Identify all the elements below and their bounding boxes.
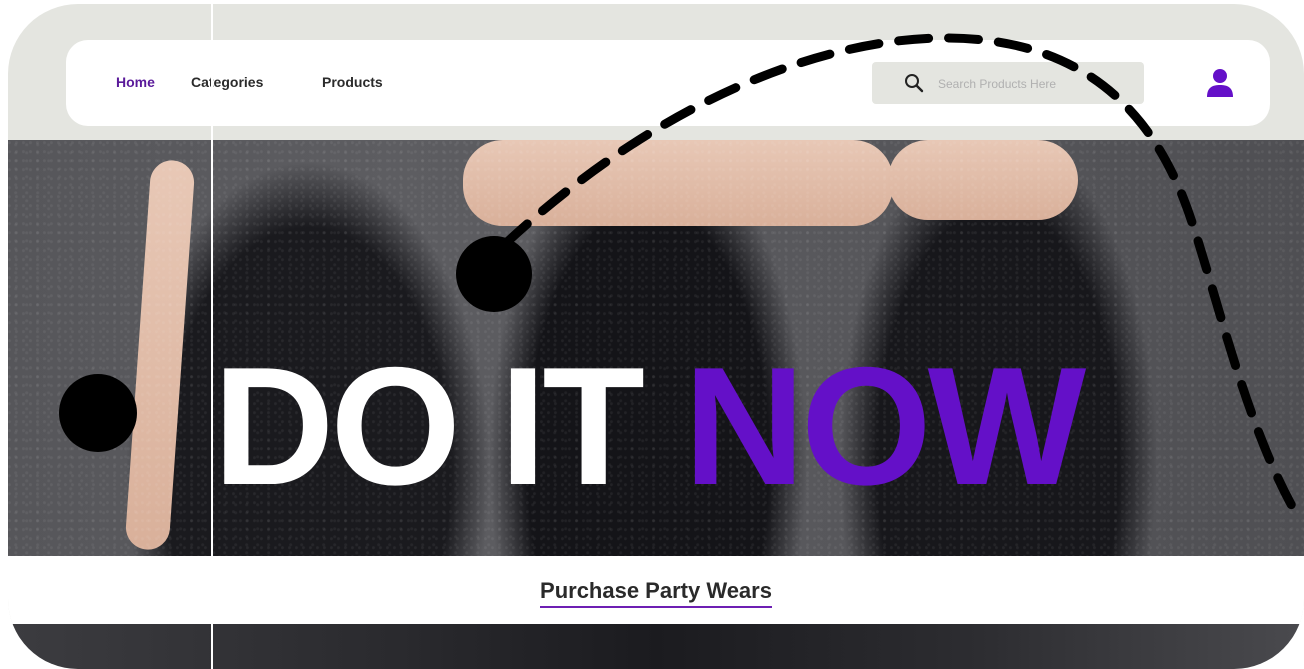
navbar: Home Categories Products: [66, 40, 1270, 126]
search-bar: [872, 62, 1144, 104]
headline-white: DO IT: [213, 332, 684, 520]
search-input[interactable]: [936, 73, 1130, 95]
divider-line: [211, 0, 213, 669]
hero-caption: Purchase Party Wears: [8, 578, 1304, 608]
nav-products[interactable]: Products: [322, 74, 383, 90]
page-frame: Purchase Party Wears DO IT NOW Home Cate…: [8, 4, 1304, 669]
next-hero-strip: [8, 624, 1304, 669]
caption-link[interactable]: Purchase Party Wears: [540, 578, 772, 608]
search-icon[interactable]: [904, 73, 924, 93]
nav-home[interactable]: Home: [116, 74, 155, 90]
nav-categories[interactable]: Categories: [191, 74, 263, 90]
user-icon[interactable]: [1206, 68, 1234, 98]
headline-accent: NOW: [683, 332, 1087, 520]
hero-headline: DO IT NOW: [213, 342, 1086, 510]
